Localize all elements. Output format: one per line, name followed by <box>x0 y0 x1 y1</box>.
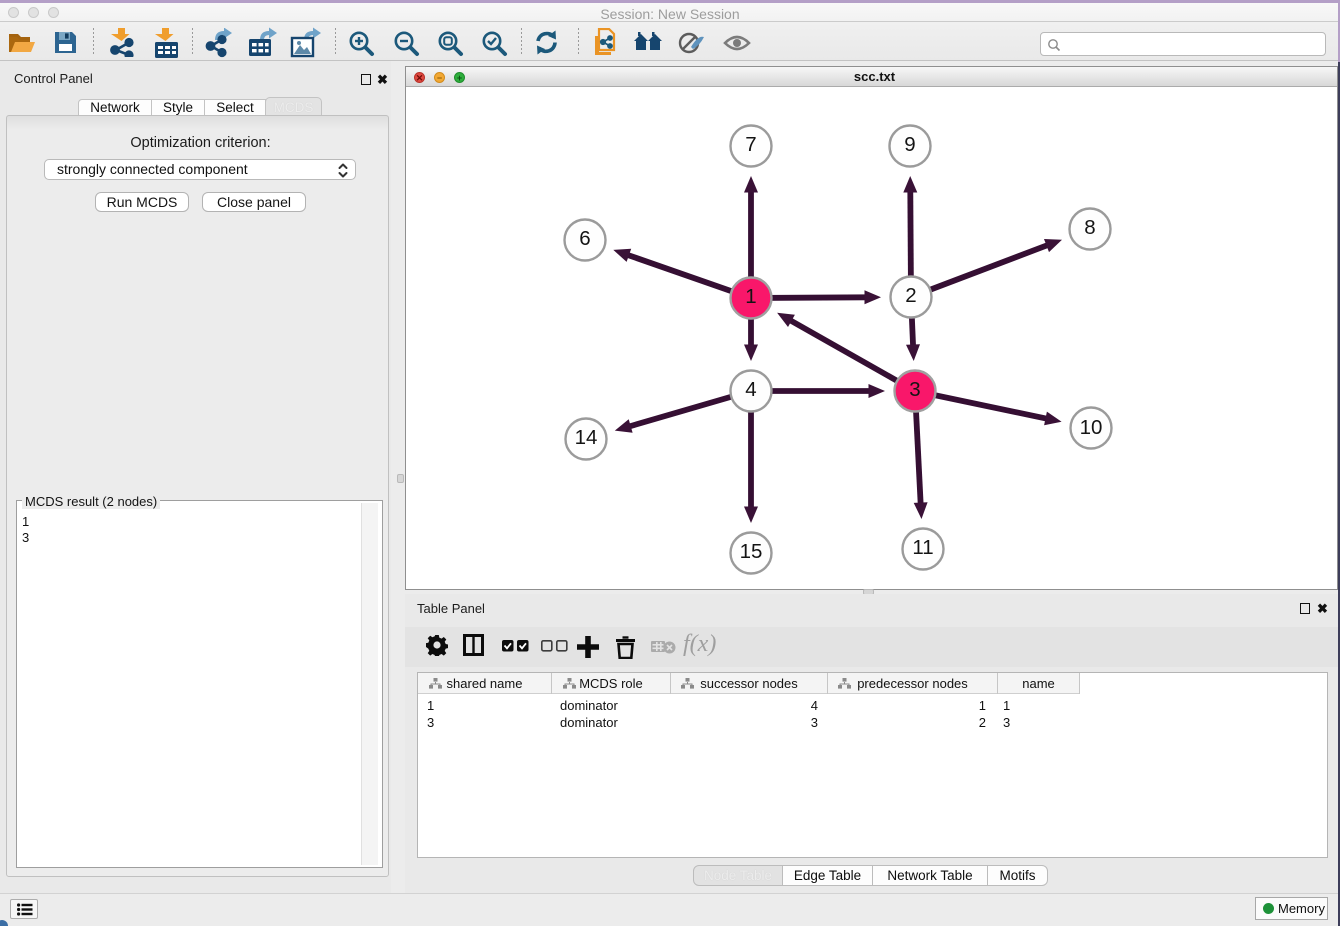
svg-text:8: 8 <box>1084 216 1095 239</box>
svg-text:14: 14 <box>575 426 598 449</box>
svg-text:1: 1 <box>745 285 756 308</box>
svg-text:7: 7 <box>745 133 756 156</box>
svg-text:3: 3 <box>909 378 920 401</box>
svg-text:15: 15 <box>740 540 763 563</box>
svg-text:2: 2 <box>905 284 916 307</box>
svg-text:4: 4 <box>745 378 756 401</box>
svg-text:10: 10 <box>1080 416 1103 439</box>
svg-text:11: 11 <box>912 536 933 559</box>
svg-text:6: 6 <box>579 227 590 250</box>
svg-text:9: 9 <box>904 133 915 156</box>
